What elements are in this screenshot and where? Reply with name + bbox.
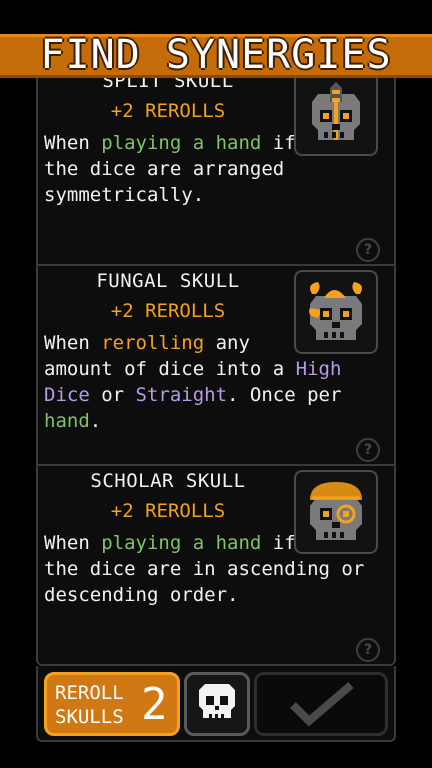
skull-icon [199, 684, 235, 719]
description-text: if [261, 132, 296, 154]
split-skull-icon [312, 82, 360, 140]
fungal-skull-icon [309, 282, 362, 340]
page-title: FIND SYNERGIES [40, 32, 392, 78]
reroll-label-line1: REROLL [55, 682, 124, 704]
card-portrait [294, 470, 378, 554]
description-text: When [44, 132, 102, 154]
reroll-count: 2 [141, 679, 168, 730]
description-text: . Once per [227, 384, 342, 406]
card-bonus: +2 REROLLS [110, 100, 226, 122]
skull-card-fungal[interactable]: FUNGAL SKULL +2 REROLLS When rerolling a… [38, 266, 394, 466]
card-portrait [294, 270, 378, 354]
description-text: amount of dice into a [44, 358, 296, 380]
skull-card-scholar[interactable]: SCHOLAR SKULL +2 REROLLS When playing a … [38, 466, 394, 664]
keyword-text: playing a hand [101, 132, 262, 154]
keyword-text: Straight [135, 384, 228, 406]
confirm-button[interactable] [254, 672, 388, 736]
card-bonus: +2 REROLLS [110, 500, 226, 522]
skull-view-button[interactable] [184, 672, 250, 736]
keyword-text: High [295, 358, 342, 380]
description-text: When [44, 332, 102, 354]
keyword-text: Dice [44, 384, 90, 406]
description-text: symmetrically. [44, 184, 205, 206]
description-text: any [204, 332, 250, 354]
scholar-skull-icon [310, 482, 362, 540]
help-icon[interactable]: ? [356, 238, 380, 262]
keyword-text: hand [44, 410, 90, 432]
description-text: descending order. [44, 584, 239, 606]
keyword-text: playing a hand [101, 532, 262, 554]
skull-list-panel: SPLIT SKULL +2 REROLLS When playing a ha… [36, 60, 396, 666]
reroll-skulls-button[interactable]: REROLL SKULLS 2 [44, 672, 180, 736]
reroll-label-line2: SKULLS [55, 706, 124, 728]
card-portrait [294, 72, 378, 156]
description-text: if [261, 532, 296, 554]
help-icon[interactable]: ? [356, 638, 380, 662]
description-text: the dice are in ascending or [44, 558, 365, 580]
card-title: FUNGAL SKULL [96, 270, 240, 292]
reroll-label: REROLL SKULLS [55, 681, 135, 729]
card-bonus: +2 REROLLS [110, 300, 226, 322]
description-text: When [44, 532, 102, 554]
help-icon[interactable]: ? [356, 438, 380, 462]
skull-card-split[interactable]: SPLIT SKULL +2 REROLLS When playing a ha… [38, 62, 394, 266]
keyword-text: rerolling [101, 332, 205, 354]
card-title: SCHOLAR SKULL [90, 470, 246, 492]
description-text: or [89, 384, 136, 406]
description-text: . [89, 410, 102, 432]
checkmark-icon [290, 681, 354, 727]
description-text: the dice are arranged [44, 158, 285, 180]
